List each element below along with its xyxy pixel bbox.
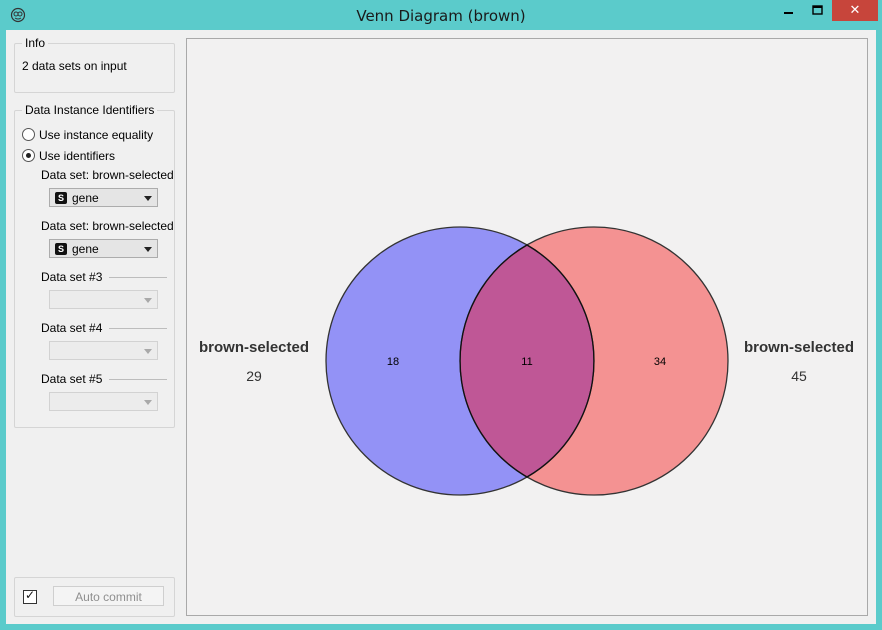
dataset-3-label: Data set #3 <box>41 270 103 284</box>
radio-label: Use identifiers <box>39 148 116 163</box>
identifiers-group: Data Instance Identifiers Use instance e… <box>14 103 175 428</box>
radio-unchecked-icon <box>22 128 35 142</box>
dataset-2-identifier-combo[interactable]: S gene <box>49 239 158 258</box>
dataset-4-identifier-combo[interactable] <box>49 341 158 360</box>
set-a-name: brown-selected <box>199 339 309 356</box>
combo-value: gene <box>72 191 99 205</box>
info-group-title: Info <box>22 36 49 50</box>
maximize-icon <box>812 5 823 15</box>
auto-commit-button[interactable]: Auto commit <box>53 586 164 606</box>
chevron-down-icon <box>144 298 152 303</box>
radio-use-identifiers[interactable]: Use identifiers <box>22 148 115 163</box>
dataset-5-identifier-combo[interactable] <box>49 392 158 411</box>
dataset-1-label: Data set: brown-selected <box>41 168 174 182</box>
dataset-5-label: Data set #5 <box>41 372 103 386</box>
info-group: Info 2 data sets on input <box>14 36 175 93</box>
radio-label: Use instance equality <box>39 127 154 142</box>
string-variable-icon: S <box>55 192 67 204</box>
dataset-4-label: Data set #4 <box>41 321 103 335</box>
dataset-5-divider <box>109 379 167 380</box>
auto-commit-checkbox[interactable]: ✓ <box>23 588 37 604</box>
identifiers-group-title: Data Instance Identifiers <box>22 103 158 117</box>
dataset-3-divider <box>109 277 167 278</box>
info-text: 2 data sets on input <box>22 59 127 73</box>
region-b-count: 34 <box>654 356 666 368</box>
set-b-name: brown-selected <box>744 339 854 356</box>
venn-diagram: 18 11 34 brown-selected 29 brown-selecte… <box>199 226 854 496</box>
region-intersection-count: 11 <box>521 356 532 368</box>
set-b-size: 45 <box>791 368 807 384</box>
region-a-count: 18 <box>387 356 399 368</box>
window-client-area: Info 2 data sets on input Data Instance … <box>6 30 876 624</box>
venn-canvas[interactable]: 18 11 34 brown-selected 29 brown-selecte… <box>186 38 868 616</box>
dataset-3-identifier-combo[interactable] <box>49 290 158 309</box>
minimize-button[interactable] <box>775 3 802 24</box>
close-icon: ✕ <box>849 3 861 18</box>
checkmark-icon: ✓ <box>25 588 36 602</box>
minimize-icon <box>784 12 793 14</box>
radio-checked-icon <box>22 149 35 163</box>
dataset-1-identifier-combo[interactable]: S gene <box>49 188 158 207</box>
chevron-down-icon <box>144 247 152 252</box>
dataset-2-label: Data set: brown-selected <box>41 219 174 233</box>
chevron-down-icon <box>144 349 152 354</box>
commit-group: ✓ Auto commit <box>14 577 175 617</box>
title-bar: Venn Diagram (brown) ✕ <box>0 0 882 30</box>
dataset-4-divider <box>109 328 167 329</box>
close-button[interactable]: ✕ <box>832 0 878 21</box>
string-variable-icon: S <box>55 243 67 255</box>
combo-value: gene <box>72 242 99 256</box>
window-title: Venn Diagram (brown) <box>356 7 526 25</box>
chevron-down-icon <box>144 196 152 201</box>
set-a-size: 29 <box>246 368 262 384</box>
radio-instance-equality[interactable]: Use instance equality <box>22 127 153 142</box>
chevron-down-icon <box>144 400 152 405</box>
maximize-button[interactable] <box>804 3 831 24</box>
